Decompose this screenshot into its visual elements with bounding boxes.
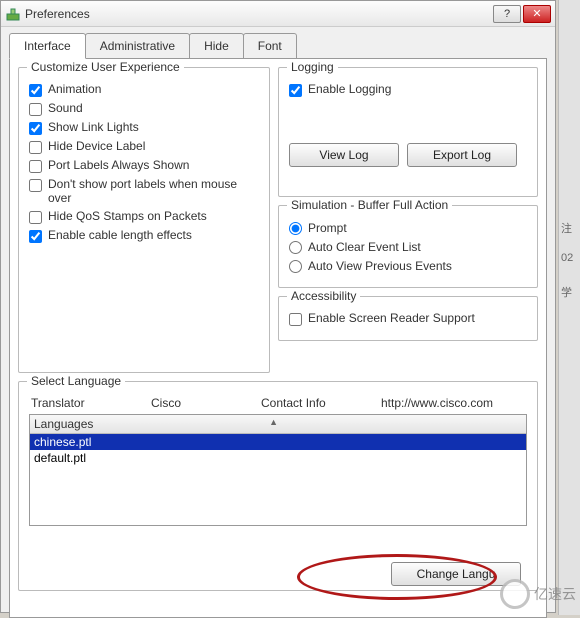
list-item[interactable]: chinese.ptl (30, 434, 526, 450)
list-item[interactable]: default.ptl (30, 450, 526, 466)
check-enable-logging[interactable]: Enable Logging (289, 82, 527, 97)
window-title: Preferences (25, 7, 493, 21)
radio-auto-view[interactable]: Auto View Previous Events (289, 258, 527, 273)
check-sound[interactable]: Sound (29, 101, 259, 116)
check-screen-reader[interactable]: Enable Screen Reader Support (289, 311, 527, 326)
preferences-window: Preferences ? ✕ Interface Administrative… (0, 0, 556, 613)
group-logging: Logging Enable Logging View Log Export L… (278, 67, 538, 197)
language-listbox[interactable]: Languages ▲ chinese.ptl default.ptl (29, 414, 527, 526)
check-hide-device-label[interactable]: Hide Device Label (29, 139, 259, 154)
tab-administrative[interactable]: Administrative (85, 33, 190, 58)
list-column-languages[interactable]: Languages ▲ (30, 415, 526, 434)
group-simulation: Simulation - Buffer Full Action Prompt A… (278, 205, 538, 288)
export-log-button[interactable]: Export Log (407, 143, 517, 167)
change-language-button[interactable]: Change Langu (391, 562, 521, 586)
check-animation[interactable]: Animation (29, 82, 259, 97)
group-title-accessibility: Accessibility (287, 289, 360, 303)
group-title-logging: Logging (287, 60, 338, 74)
group-customize: Customize User Experience Animation Soun… (18, 67, 270, 373)
header-contact: Contact Info (261, 396, 381, 410)
header-cisco: Cisco (151, 396, 261, 410)
group-accessibility: Accessibility Enable Screen Reader Suppo… (278, 296, 538, 341)
group-select-language: Select Language Translator Cisco Contact… (18, 381, 538, 591)
check-port-labels-always[interactable]: Port Labels Always Shown (29, 158, 259, 173)
tabs: Interface Administrative Hide Font (1, 27, 555, 58)
help-button[interactable]: ? (493, 5, 521, 23)
group-title-language: Select Language (27, 374, 125, 388)
language-headers: Translator Cisco Contact Info http://www… (29, 392, 527, 414)
close-button[interactable]: ✕ (523, 5, 551, 23)
check-cable-length[interactable]: Enable cable length effects (29, 228, 259, 243)
window-controls: ? ✕ (493, 5, 551, 23)
group-title-simulation: Simulation - Buffer Full Action (287, 198, 452, 212)
sort-indicator-icon: ▲ (269, 417, 278, 427)
view-log-button[interactable]: View Log (289, 143, 399, 167)
tab-panel: Customize User Experience Animation Soun… (9, 58, 547, 618)
radio-auto-clear[interactable]: Auto Clear Event List (289, 239, 527, 254)
header-url: http://www.cisco.com (381, 396, 525, 410)
tab-interface[interactable]: Interface (9, 33, 86, 59)
header-translator: Translator (31, 396, 151, 410)
check-link-lights[interactable]: Show Link Lights (29, 120, 259, 135)
tab-hide[interactable]: Hide (189, 33, 244, 58)
app-icon (5, 6, 21, 22)
titlebar: Preferences ? ✕ (1, 1, 555, 27)
group-title-customize: Customize User Experience (27, 60, 184, 74)
check-hide-qos[interactable]: Hide QoS Stamps on Packets (29, 209, 259, 224)
tab-font[interactable]: Font (243, 33, 297, 58)
check-no-port-labels-hover[interactable]: Don't show port labels when mouse over (29, 177, 259, 205)
radio-prompt[interactable]: Prompt (289, 220, 527, 235)
background-strip: 注 02 学 (558, 0, 580, 615)
